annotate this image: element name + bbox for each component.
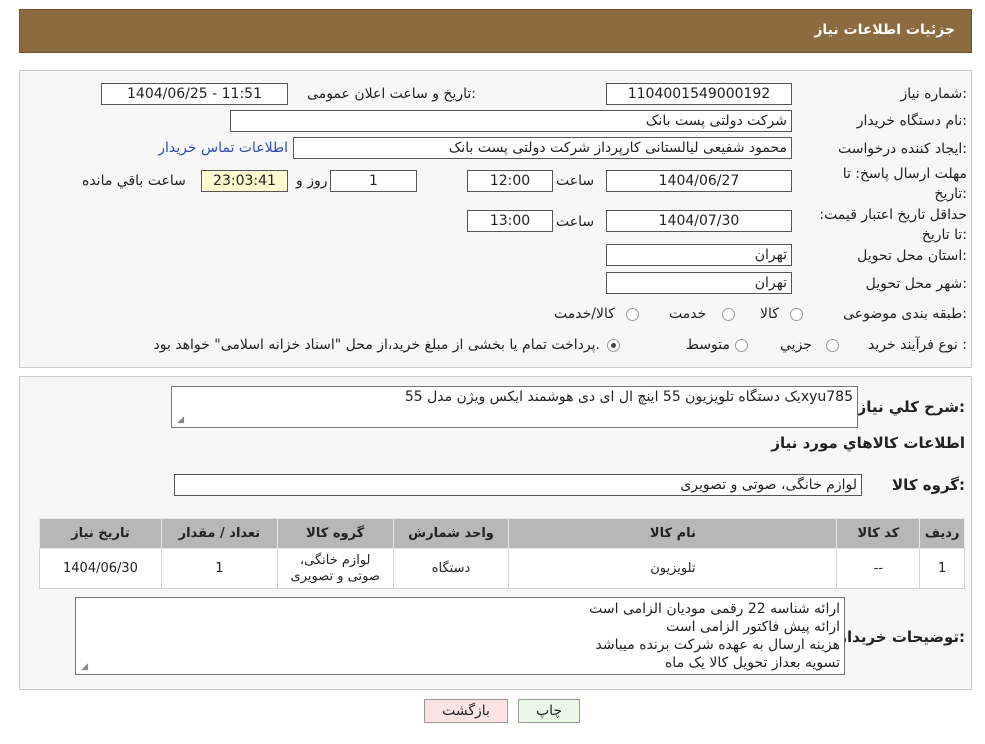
cell-unit: دستگاه: [392, 548, 510, 589]
cell-need-date: 1404/06/30: [39, 548, 162, 589]
goods-group-field: لوازم خانگی، صوتی و تصویری: [174, 474, 862, 496]
remaining-time-label: ساعت باقي مانده: [82, 173, 186, 189]
buyer-notes-label: توضیحات خریدار:: [838, 628, 965, 646]
category-radio-goods-service[interactable]: [626, 308, 639, 321]
process-label: نوع فرآیند خرید :: [868, 337, 967, 353]
remaining-time-field: 23:03:41: [201, 170, 288, 192]
resize-grip-icon[interactable]: ◢: [175, 416, 184, 425]
price-time-label: ساعت: [556, 214, 595, 230]
col-quantity: تعداد / مقدار: [160, 518, 278, 549]
buyer-note-line: هزینه ارسال به عهده شرکت برنده میباشد: [595, 637, 840, 653]
buyer-org-field: شرکت دولتی پست بانک: [230, 110, 792, 132]
buyer-note-line: ارائه شناسه 22 رقمی مودیان الزامی است: [589, 601, 840, 617]
requester-field: محمود شفیعی لیالستانی کارپرداز شرکت دولت…: [293, 137, 792, 159]
reply-deadline-time: 12:00: [467, 170, 553, 192]
back-button[interactable]: بازگشت: [424, 699, 508, 723]
buyer-note-line: ارائه پیش فاکتور الزامی است: [666, 619, 840, 635]
process-radio-small[interactable]: [826, 339, 839, 352]
items-table-wrapper: رديف کد کالا نام کالا واحد شمارش گروه کا…: [39, 518, 965, 589]
category-label: طبقه بندی موضوعی:: [843, 306, 967, 322]
col-row-number: رديف: [919, 518, 965, 549]
category-option-goods-service: کالا/خدمت: [554, 306, 615, 322]
buyer-notes-textarea[interactable]: ارائه شناسه 22 رقمی مودیان الزامی است ار…: [75, 597, 845, 675]
process-note: پرداخت تمام یا بخشی از مبلغ خرید،از محل …: [153, 337, 600, 353]
announce-field: 1404/06/25 - 11:51: [101, 83, 288, 105]
announce-label: تاریخ و ساعت اعلان عمومی:: [307, 86, 476, 102]
page-header: جزئیات اطلاعات نیاز: [19, 9, 972, 53]
price-validity-date: 1404/07/30: [606, 210, 792, 232]
print-button[interactable]: چاپ: [518, 699, 580, 723]
treasury-checkbox[interactable]: [607, 339, 620, 352]
reply-deadline-date: 1404/06/27: [606, 170, 792, 192]
process-option-small: جزیي: [780, 337, 812, 353]
process-radio-medium[interactable]: [735, 339, 748, 352]
requester-label: ایجاد کننده درخواست:: [838, 141, 967, 157]
cell-quantity: 1: [160, 548, 278, 589]
buyer-contact-link[interactable]: اطلاعات تماس خریدار: [158, 140, 288, 156]
need-number-label: شماره نیاز:: [900, 86, 967, 102]
resize-grip-icon[interactable]: ◢: [79, 663, 88, 672]
col-goods-name: نام کالا: [508, 518, 838, 549]
cell-goods-group: لوازم خانگی، صوتی و تصویری: [276, 548, 394, 589]
city-label: شهر محل تحویل:: [865, 276, 967, 292]
summary-text: یک دستگاه تلویزیون 55 اینچ ال ای دی هوشم…: [404, 389, 853, 405]
cell-row-number: 1: [919, 548, 965, 589]
table-header-row: رديف کد کالا نام کالا واحد شمارش گروه کا…: [39, 518, 965, 549]
cell-goods-name: تلویزیون: [508, 548, 838, 589]
col-goods-code: کد کالا: [836, 518, 921, 549]
process-option-medium: متوسط: [686, 337, 730, 353]
cell-goods-code: --: [836, 548, 921, 589]
col-unit: واحد شمارش: [392, 518, 510, 549]
need-number-field: 1104001549000192: [606, 83, 792, 105]
city-field: تهران: [606, 272, 792, 294]
buyer-org-label: نام دستگاه خریدار:: [856, 113, 967, 129]
reply-time-label: ساعت: [556, 173, 595, 189]
reply-deadline-label: مهلت ارسال پاسخ: تا تاریخ:: [842, 166, 967, 202]
summary-textarea[interactable]: یک دستگاه تلویزیون 55 اینچ ال ای دی هوشم…: [171, 386, 858, 428]
days-field: 1: [330, 170, 417, 192]
items-table: رديف کد کالا نام کالا واحد شمارش گروه کا…: [39, 518, 965, 589]
price-validity-label: حداقل تاریخ اعتبار قیمت: تا تاریخ:: [819, 207, 967, 243]
col-goods-group: گروه کالا: [276, 518, 394, 549]
buyer-note-line: تسویه بعداز تحویل کالا یک ماه: [664, 655, 840, 671]
category-radio-goods[interactable]: [790, 308, 803, 321]
col-need-date: تاریخ نیاز: [39, 518, 162, 549]
goods-info-title: اطلاعات كالاهاي مورد نياز: [771, 434, 965, 452]
page-title: جزئیات اطلاعات نیاز: [814, 22, 955, 38]
province-field: تهران: [606, 244, 792, 266]
goods-group-label: گروه كالا:: [892, 476, 965, 494]
category-option-service: خدمت: [669, 306, 707, 322]
table-row: 1 -- تلویزیون دستگاه لوازم خانگی، صوتی و…: [39, 548, 965, 589]
days-label: روز و: [296, 173, 328, 189]
summary-label: شرح كلي نياز:: [857, 398, 965, 416]
category-option-goods: کالا: [760, 306, 779, 322]
price-validity-time: 13:00: [467, 210, 553, 232]
province-label: استان محل تحویل:: [857, 248, 967, 264]
category-radio-service[interactable]: [722, 308, 735, 321]
